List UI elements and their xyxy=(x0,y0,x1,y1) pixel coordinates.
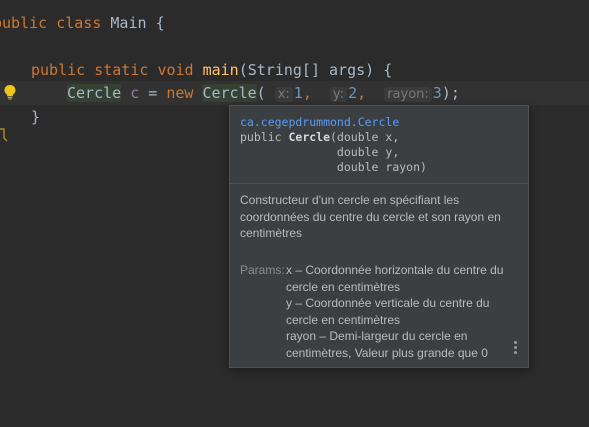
arg-y: 2 xyxy=(348,84,358,102)
lightbulb-icon[interactable] xyxy=(3,84,17,100)
more-vertical-icon[interactable] xyxy=(512,341,518,355)
variable-name: c xyxy=(130,84,140,102)
signature-modifier: public xyxy=(240,130,289,144)
quick-documentation-popup[interactable]: ca.cegepdrummond.Cercle public Cercle(do… xyxy=(229,105,529,368)
description-text: Constructeur d'un cercle en spécifiant l… xyxy=(240,193,501,240)
param-item-y: y – Coordonnée verticale du centre du ce… xyxy=(286,296,490,327)
keyword-public: public xyxy=(0,14,48,32)
keyword-static: static xyxy=(94,61,149,79)
param-item-x: x – Coordonnée horizontale du centre du … xyxy=(286,263,504,294)
type-name: Cercle xyxy=(67,84,122,102)
code-editor[interactable]: public class Main { public static void m… xyxy=(0,0,589,427)
signature-param-x: (double x, xyxy=(330,130,400,144)
method-name: main xyxy=(202,61,239,79)
signature-name: Cercle xyxy=(288,130,331,144)
params-list: x – Coordonnée horizontale du centre du … xyxy=(286,262,520,361)
param-hint-y: y: xyxy=(329,87,348,102)
params-label: Params: xyxy=(240,263,285,277)
code-line-main-decl[interactable]: public static void main(String[] args) { xyxy=(31,59,392,81)
arg-x: 1 xyxy=(293,84,303,102)
params-section: Params: x – Coordonnée horizontale du ce… xyxy=(240,262,520,361)
param-item-rayon: rayon – Demi-largeur du cercle en centim… xyxy=(286,329,488,360)
arg-rayon: 3 xyxy=(432,84,442,102)
code-line-class-decl[interactable]: public class Main { xyxy=(0,12,165,34)
signature-section: ca.cegepdrummond.Cercle public Cercle(do… xyxy=(230,106,528,184)
keyword-new: new xyxy=(166,84,194,102)
method-signature: (String[] args) { xyxy=(238,61,393,79)
constructor-name: Cercle xyxy=(202,84,257,102)
code-line-constructor-call[interactable]: Cercle c = new Cercle( x: 1, y: 2, rayon: 3… xyxy=(67,82,460,104)
signature-param-y: double y, xyxy=(240,145,400,159)
assign-operator: = xyxy=(148,84,158,102)
keyword-void: void xyxy=(157,61,194,79)
open-brace: { xyxy=(155,14,165,32)
code-line-close-method[interactable]: } xyxy=(31,106,40,128)
signature-param-rayon: double rayon) xyxy=(240,160,427,174)
param-hint-x: x: xyxy=(274,87,293,102)
fold-marker-icon[interactable] xyxy=(0,128,8,142)
close-brace: } xyxy=(31,108,41,126)
signature-line-1: public Cercle(double x, xyxy=(240,130,518,145)
keyword-public: public xyxy=(31,61,86,79)
close-paren-semicolon: ); xyxy=(441,84,460,102)
class-name: Main xyxy=(110,14,147,32)
param-hint-rayon: rayon: xyxy=(384,87,432,102)
package-link[interactable]: ca.cegepdrummond.Cercle xyxy=(240,115,518,130)
open-paren: ( xyxy=(256,84,266,102)
keyword-class: class xyxy=(56,14,102,32)
